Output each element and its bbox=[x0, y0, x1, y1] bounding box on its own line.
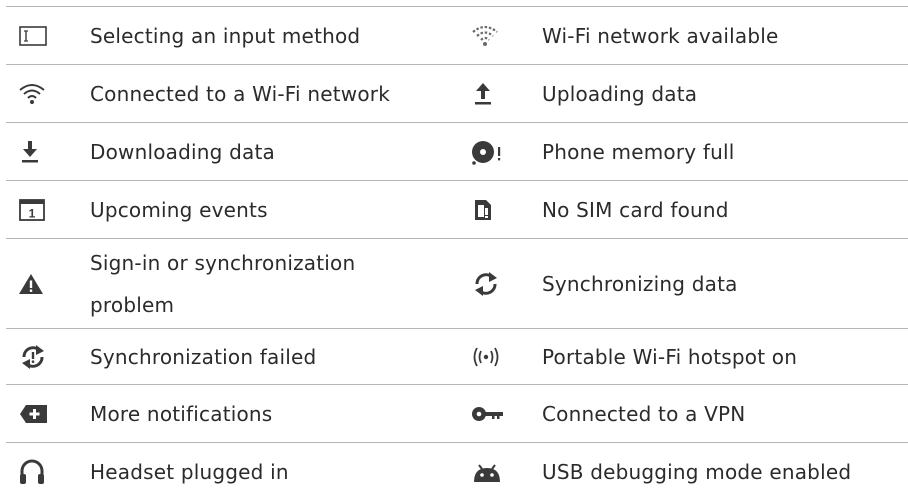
row-label: Uploading data bbox=[542, 81, 698, 106]
row-label: Portable Wi-Fi hotspot on bbox=[542, 344, 798, 369]
table-row: Downloading data Phone memory full bbox=[6, 122, 908, 180]
table-cell: No SIM card found bbox=[457, 181, 908, 238]
table-cell: More notifications bbox=[6, 385, 457, 442]
table-cell: Connected to a VPN bbox=[457, 385, 908, 442]
calendar-event-icon: 1 bbox=[6, 197, 90, 223]
android-debug-icon bbox=[457, 460, 542, 484]
warning-icon bbox=[6, 272, 90, 296]
table-cell: Synchronizing data bbox=[457, 239, 908, 328]
table-row: Sign-in or synchronization problem Synch… bbox=[6, 238, 908, 328]
row-label: Phone memory full bbox=[542, 139, 735, 164]
hotspot-icon bbox=[457, 344, 542, 370]
wifi-connected-icon bbox=[6, 82, 90, 106]
row-label: Downloading data bbox=[90, 139, 275, 164]
table-row: Connected to a Wi-Fi network Uploading d… bbox=[6, 64, 908, 122]
row-label: Sign-in or synchronization problem bbox=[90, 242, 355, 326]
wifi-available-icon bbox=[457, 24, 542, 48]
row-label: Wi-Fi network available bbox=[542, 23, 779, 48]
vpn-key-icon bbox=[457, 403, 542, 425]
table-cell: Synchronization failed bbox=[6, 329, 457, 384]
table-row: Headset plugged in USB debugging mode en… bbox=[6, 442, 908, 500]
row-label: Synchronization failed bbox=[90, 344, 317, 369]
input-method-icon bbox=[6, 24, 90, 48]
table-cell: USB debugging mode enabled bbox=[457, 443, 908, 500]
row-label: More notifications bbox=[90, 401, 273, 426]
headset-icon bbox=[6, 458, 90, 486]
table-cell: Uploading data bbox=[457, 65, 908, 122]
status-icon-table: Selecting an input method Wi-Fi network … bbox=[6, 6, 908, 500]
table-cell: Headset plugged in bbox=[6, 443, 457, 500]
row-label: Upcoming events bbox=[90, 197, 268, 222]
table-cell: Wi-Fi network available bbox=[457, 7, 908, 64]
table-row: 1 Upcoming events No SIM card found bbox=[6, 180, 908, 238]
no-sim-icon bbox=[457, 197, 542, 223]
row-label: Connected to a VPN bbox=[542, 401, 746, 426]
table-cell: Sign-in or synchronization problem bbox=[6, 239, 457, 328]
sync-icon bbox=[457, 271, 542, 297]
table-cell: 1 Upcoming events bbox=[6, 181, 457, 238]
row-label-line: Sign-in or synchronization bbox=[90, 250, 356, 275]
download-icon bbox=[6, 139, 90, 165]
more-notifications-icon bbox=[6, 402, 90, 426]
table-row: More notifications Connected to a VPN bbox=[6, 384, 908, 442]
table-cell: Downloading data bbox=[6, 123, 457, 180]
upload-icon bbox=[457, 81, 542, 107]
row-label: Selecting an input method bbox=[90, 23, 361, 48]
table-cell: Selecting an input method bbox=[6, 7, 457, 64]
sync-failed-icon bbox=[6, 344, 90, 370]
table-row: Selecting an input method Wi-Fi network … bbox=[6, 6, 908, 64]
row-label: USB debugging mode enabled bbox=[542, 459, 852, 484]
table-cell: Connected to a Wi-Fi network bbox=[6, 65, 457, 122]
row-label: No SIM card found bbox=[542, 197, 729, 222]
memory-full-icon bbox=[457, 138, 542, 166]
table-cell: Phone memory full bbox=[457, 123, 908, 180]
table-row: Synchronization failed Portable Wi-Fi ho… bbox=[6, 328, 908, 384]
row-label: Headset plugged in bbox=[90, 459, 289, 484]
row-label-line: problem bbox=[90, 292, 175, 317]
table-cell: Portable Wi-Fi hotspot on bbox=[457, 329, 908, 384]
row-label: Synchronizing data bbox=[542, 271, 738, 296]
calendar-day-number: 1 bbox=[29, 206, 36, 220]
row-label: Connected to a Wi-Fi network bbox=[90, 81, 390, 106]
